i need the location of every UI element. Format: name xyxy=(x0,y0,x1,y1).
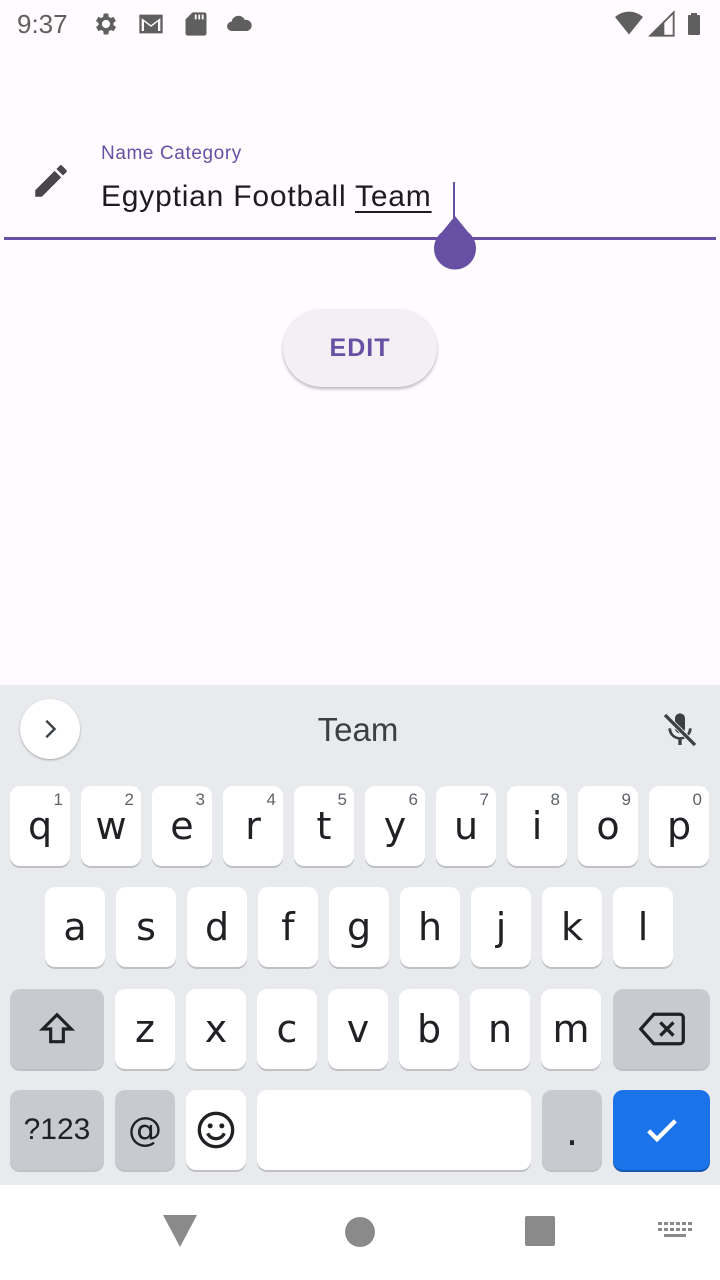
key-label: r xyxy=(245,804,261,848)
gmail-icon xyxy=(139,14,163,34)
key-a[interactable]: a xyxy=(45,887,105,967)
key-f[interactable]: f xyxy=(258,887,318,967)
signal-icon xyxy=(648,10,675,37)
key-g[interactable]: g xyxy=(329,887,389,967)
period-key[interactable]: . xyxy=(542,1090,602,1170)
key-c[interactable]: c xyxy=(257,989,317,1069)
key-q[interactable]: q1 xyxy=(10,786,70,866)
key-e[interactable]: e3 xyxy=(152,786,212,866)
key-d[interactable]: d xyxy=(187,887,247,967)
checkmark-icon xyxy=(646,1119,677,1143)
key-label: y xyxy=(383,804,407,848)
name-category-input[interactable]: Egyptian Football Team xyxy=(101,180,432,214)
cursor-handle[interactable] xyxy=(432,216,478,272)
key-m[interactable]: m xyxy=(541,989,601,1069)
soft-keyboard: Team q1w2e3r4t5y6u7i8o9p0 asdfghjkl zxcv… xyxy=(0,685,720,1185)
key-hint: 4 xyxy=(266,790,276,809)
key-x[interactable]: x xyxy=(186,989,246,1069)
key-l[interactable]: l xyxy=(613,887,673,967)
key-p[interactable]: p0 xyxy=(649,786,709,866)
key-o[interactable]: o9 xyxy=(578,786,638,866)
key-hint: 1 xyxy=(53,790,63,809)
mic-off-icon[interactable] xyxy=(660,709,700,751)
key-y[interactable]: y6 xyxy=(365,786,425,866)
key-h[interactable]: h xyxy=(400,887,460,967)
cloud-icon xyxy=(227,15,252,32)
field-underline xyxy=(4,237,716,240)
suggestion-strip: Team xyxy=(0,685,720,780)
backspace-icon xyxy=(638,1012,685,1046)
key-b[interactable]: b xyxy=(399,989,459,1069)
key-i[interactable]: i8 xyxy=(507,786,567,866)
suggestion-word[interactable]: Team xyxy=(258,711,458,749)
key-hint: 0 xyxy=(692,790,702,809)
backspace-key[interactable] xyxy=(613,989,710,1069)
home-icon[interactable] xyxy=(344,1216,376,1248)
navigation-bar xyxy=(0,1185,720,1280)
expand-toolbar-button[interactable] xyxy=(20,699,80,759)
key-v[interactable]: v xyxy=(328,989,388,1069)
composing-text: Team xyxy=(355,180,432,213)
key-k[interactable]: k xyxy=(542,887,602,967)
edit-button[interactable]: EDIT xyxy=(283,309,437,387)
key-label: q xyxy=(27,804,53,848)
status-time: 9:37 xyxy=(17,9,68,39)
enter-key[interactable] xyxy=(613,1090,710,1170)
space-key[interactable] xyxy=(257,1090,531,1170)
key-n[interactable]: n xyxy=(470,989,530,1069)
battery-icon xyxy=(688,13,700,35)
key-u[interactable]: u7 xyxy=(436,786,496,866)
key-label: t xyxy=(316,804,332,848)
symbols-key[interactable]: ?123 xyxy=(10,1090,104,1170)
key-hint: 5 xyxy=(337,790,347,809)
key-r[interactable]: r4 xyxy=(223,786,283,866)
shift-key[interactable] xyxy=(10,989,104,1069)
pencil-icon xyxy=(35,165,67,197)
key-label: i xyxy=(531,804,543,848)
keyboard-switch-icon[interactable] xyxy=(658,1222,692,1242)
sd-card-icon xyxy=(185,12,207,36)
input-text: Egyptian Football xyxy=(101,180,356,213)
key-label: p xyxy=(666,804,692,848)
key-label: e xyxy=(170,804,194,848)
key-w[interactable]: w2 xyxy=(81,786,141,866)
recents-icon[interactable] xyxy=(525,1216,555,1246)
field-label: Name Category xyxy=(101,143,242,164)
key-z[interactable]: z xyxy=(115,989,175,1069)
key-s[interactable]: s xyxy=(116,887,176,967)
emoji-key[interactable] xyxy=(186,1090,246,1170)
key-hint: 3 xyxy=(195,790,205,809)
shift-icon xyxy=(38,1012,76,1044)
key-label: u xyxy=(453,804,479,848)
key-hint: 9 xyxy=(621,790,631,809)
key-j[interactable]: j xyxy=(471,887,531,967)
chevron-right-icon xyxy=(45,719,57,739)
key-hint: 8 xyxy=(550,790,560,809)
emoji-icon xyxy=(197,1111,235,1149)
key-t[interactable]: t5 xyxy=(294,786,354,866)
back-icon[interactable] xyxy=(163,1215,197,1247)
key-hint: 7 xyxy=(479,790,489,809)
wifi-icon xyxy=(615,11,643,35)
gear-icon xyxy=(95,13,117,35)
key-hint: 2 xyxy=(124,790,134,809)
text-cursor xyxy=(453,182,455,218)
at-key[interactable]: @ xyxy=(115,1090,175,1170)
key-label: w xyxy=(95,804,127,848)
key-hint: 6 xyxy=(408,790,418,809)
status-bar: 9:37 xyxy=(0,0,720,48)
key-label: o xyxy=(596,804,620,848)
